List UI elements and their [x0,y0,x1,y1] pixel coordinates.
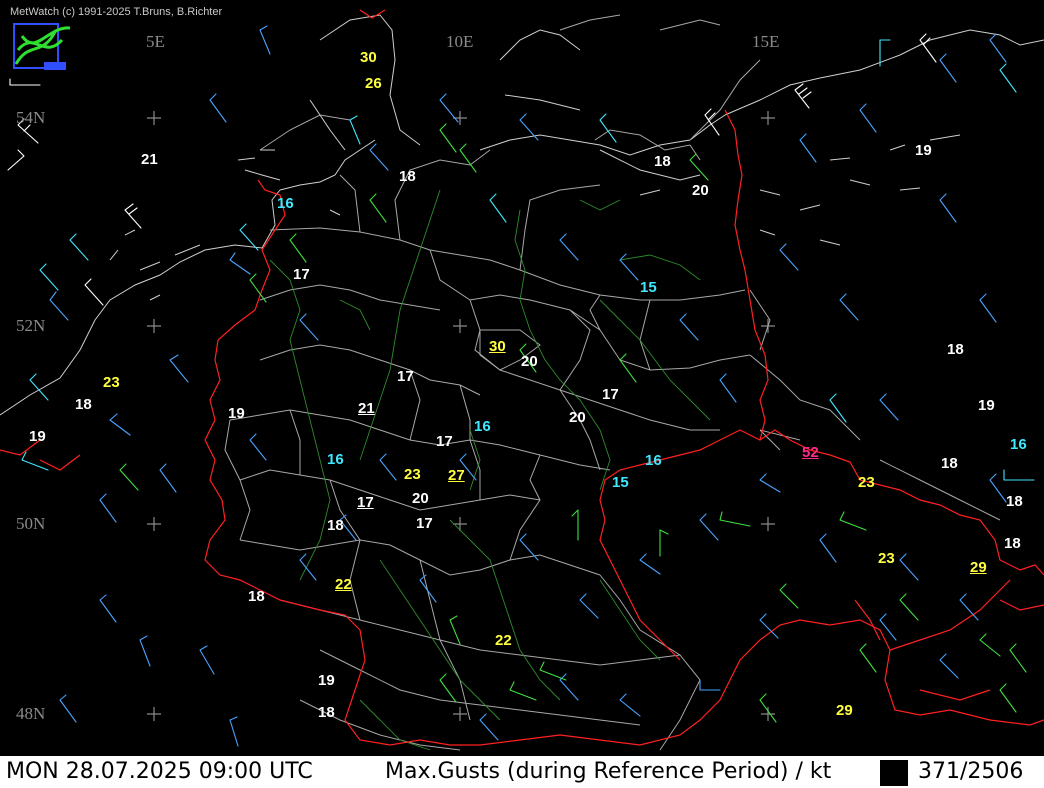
gust-value: 16 [277,195,294,212]
rivers [269,189,711,751]
gust-value: 23 [404,466,421,483]
gust-value: 52 [802,444,819,461]
gust-value: 18 [327,517,344,534]
weather-map [0,9,1044,751]
gust-value: 17 [436,433,453,450]
gust-value: 23 [878,550,895,567]
gust-value: 18 [941,455,958,472]
gust-value: 18 [399,168,416,185]
gust-value: 18 [1004,535,1021,552]
lon-label-15e: 15E [752,32,780,51]
gust-value: 23 [858,474,875,491]
lat-label-48n: 48N [16,704,46,723]
gust-value: 18 [75,396,92,413]
gust-value: 15 [640,279,657,296]
gust-value: 18 [654,153,671,170]
status-bar: MON 28.07.2025 09:00 UTC Max.Gusts (duri… [0,756,1044,788]
credit-text: MetWatch (c) 1991-2025 T.Bruns, B.Richte… [10,6,223,18]
status-datetime: MON 28.07.2025 09:00 UTC [6,759,313,784]
status-title: Max.Gusts (during Reference Period) / kt [385,759,832,784]
gust-value: 27 [448,467,465,484]
gust-value: 19 [29,428,46,445]
gust-value: 21 [358,400,375,417]
state-boundaries [224,14,1001,751]
gust-value: 26 [365,75,382,92]
gust-value: 17 [357,494,374,511]
gust-value: 16 [474,418,491,435]
gust-value: 17 [293,266,310,283]
metwatch-logo-icon [13,23,71,70]
lat-label-54n: 54N [16,108,46,127]
gust-value: 19 [318,672,335,689]
lat-label-52n: 52N [16,316,46,335]
gust-value: 17 [602,386,619,403]
gust-value: 16 [645,452,662,469]
lon-label-5e: 5E [146,32,165,51]
gust-value: 30 [489,338,506,355]
gust-value: 20 [521,353,538,370]
gust-value: 17 [416,515,433,532]
gust-value: 30 [360,49,377,66]
lat-label-50n: 50N [16,514,46,533]
gust-value: 18 [318,704,335,721]
gust-value: 21 [141,151,158,168]
gust-value: 17 [397,368,414,385]
gust-value: 22 [335,576,352,593]
gust-value: 19 [228,405,245,422]
gust-value: 19 [915,142,932,159]
wind-barbs [7,25,1035,747]
gust-value: 22 [495,632,512,649]
gust-value: 18 [947,341,964,358]
gust-value: 20 [412,490,429,507]
status-separator-block [880,760,908,786]
gust-value: 16 [1010,436,1027,453]
lon-label-10e: 10E [446,32,474,51]
gust-value: 20 [692,182,709,199]
status-counter: 371/2506 [918,759,1024,784]
gust-value: 23 [103,374,120,391]
gust-value: 29 [836,702,853,719]
gust-value: 19 [978,397,995,414]
gust-value: 16 [327,451,344,468]
gust-value: 20 [569,409,586,426]
gust-value: 29 [970,559,987,576]
gust-value: 18 [248,588,265,605]
gust-value: 18 [1006,493,1023,510]
gust-value: 15 [612,474,629,491]
